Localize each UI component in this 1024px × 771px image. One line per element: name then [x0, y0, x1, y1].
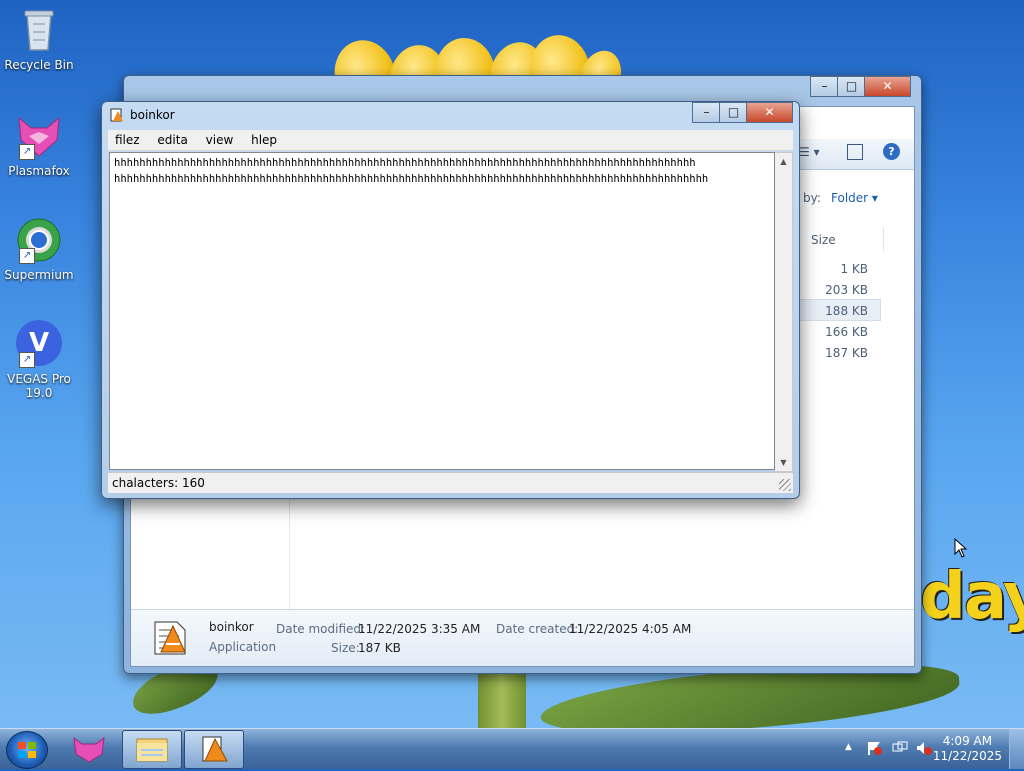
resize-grip-icon[interactable] — [779, 479, 791, 491]
network-icon[interactable] — [892, 741, 908, 755]
desktop-icon-vegas-pro[interactable]: V ↗ VEGAS Pro 19.0 — [0, 320, 78, 400]
desktop-icon-label: VEGAS Pro 19.0 — [7, 372, 71, 400]
window-title: boinkor — [130, 108, 175, 122]
date-created-value: 11/22/2025 4:05 AM — [569, 622, 692, 636]
vegas-pro-icon: V ↗ — [15, 320, 63, 368]
action-center-flag-icon[interactable] — [866, 741, 882, 755]
desktop-icon-supermium[interactable]: ↗ Supermium — [0, 216, 78, 282]
plasmafox-icon — [73, 736, 105, 763]
column-header-size[interactable]: Size — [811, 233, 836, 247]
supermium-icon: ↗ — [15, 216, 63, 264]
show-desktop-button[interactable] — [1009, 729, 1024, 769]
maximize-button[interactable]: □ — [837, 76, 866, 97]
boinkor-window[interactable]: boinkor – □ ✕ filez edita view hlep hhhh… — [101, 101, 800, 499]
taskbar-boinkor[interactable] — [184, 730, 244, 769]
folder-icon — [136, 738, 168, 762]
size-cell: 1 KB — [840, 262, 868, 276]
close-button[interactable]: ✕ — [746, 102, 793, 123]
size-cell: 166 KB — [825, 325, 868, 339]
taskbar: ▲ 4:09 AM 11/22/2025 — [0, 728, 1024, 769]
details-pane: boinkor Application Date modified: 11/22… — [131, 609, 914, 666]
menu-edita[interactable]: edita — [150, 130, 194, 150]
date-modified-label: Date modified: — [276, 622, 366, 636]
desktop-icon-plasmafox[interactable]: ↗ Plasmafox — [0, 112, 78, 178]
details-name: boinkor — [209, 620, 254, 634]
date-created-label: Date created: — [496, 622, 579, 636]
desktop-icon-recycle-bin[interactable]: Recycle Bin — [0, 6, 78, 72]
menu-filez[interactable]: filez — [108, 130, 147, 150]
tray-expand-icon[interactable]: ▲ — [845, 742, 852, 752]
column-divider — [883, 227, 884, 251]
size-label: Size: — [331, 641, 360, 655]
recycle-bin-icon — [15, 6, 63, 54]
character-count: chalacters: 160 — [112, 476, 205, 490]
vertical-scrollbar[interactable]: ▲ ▼ — [775, 152, 793, 472]
menu-bar: filez edita view hlep — [108, 130, 793, 151]
close-button[interactable]: ✕ — [864, 76, 911, 97]
size-value: 187 KB — [358, 641, 401, 655]
menu-view[interactable]: view — [199, 130, 241, 150]
arrange-by-label: by: — [803, 191, 821, 205]
size-cell: 188 KB — [825, 304, 868, 318]
view-options-chevron-icon[interactable]: ☰ ▾ — [799, 145, 820, 159]
details-type: Application — [209, 640, 277, 654]
shortcut-arrow-icon: ↗ — [19, 352, 35, 368]
shortcut-arrow-icon: ↗ — [19, 144, 35, 160]
wallpaper-text: day — [920, 560, 1024, 634]
taskbar-clock[interactable]: 4:09 AM 11/22/2025 — [933, 734, 1002, 764]
scroll-up-icon[interactable]: ▲ — [775, 153, 792, 170]
boinkor-app-icon — [202, 736, 228, 762]
status-bar: chalacters: 160 — [108, 472, 793, 493]
desktop-icon-label: Recycle Bin — [4, 58, 74, 72]
size-cell: 187 KB — [825, 346, 868, 360]
taskbar-file-explorer[interactable] — [122, 730, 182, 769]
menu-hlep[interactable]: hlep — [244, 130, 284, 150]
start-button[interactable] — [6, 731, 48, 769]
minimize-button[interactable]: – — [692, 102, 721, 123]
text-editor[interactable]: hhhhhhhhhhhhhhhhhhhhhhhhhhhhhhhhhhhhhhhh… — [109, 152, 775, 470]
scroll-down-icon[interactable]: ▼ — [775, 454, 792, 471]
help-icon[interactable]: ? — [883, 143, 900, 160]
clock-time: 4:09 AM — [942, 734, 993, 748]
boinkor-app-icon — [110, 108, 124, 122]
arrange-by-dropdown[interactable]: Folder ▾ — [831, 191, 878, 205]
desktop-icon-label: Plasmafox — [8, 164, 70, 178]
minimize-button[interactable]: – — [810, 76, 839, 97]
mouse-cursor-icon — [954, 537, 968, 561]
desktop-icon-label: Supermium — [4, 268, 74, 282]
size-cell: 203 KB — [825, 283, 868, 297]
taskbar-plasmafox[interactable] — [60, 730, 118, 767]
plasmafox-icon: ↗ — [15, 112, 63, 160]
application-icon — [151, 618, 191, 661]
shortcut-arrow-icon: ↗ — [19, 248, 35, 264]
maximize-button[interactable]: □ — [719, 102, 748, 123]
volume-muted-icon[interactable] — [916, 741, 932, 755]
preview-pane-icon[interactable] — [847, 144, 863, 160]
clock-date: 11/22/2025 — [932, 749, 1002, 763]
date-modified-value: 11/22/2025 3:35 AM — [358, 622, 481, 636]
